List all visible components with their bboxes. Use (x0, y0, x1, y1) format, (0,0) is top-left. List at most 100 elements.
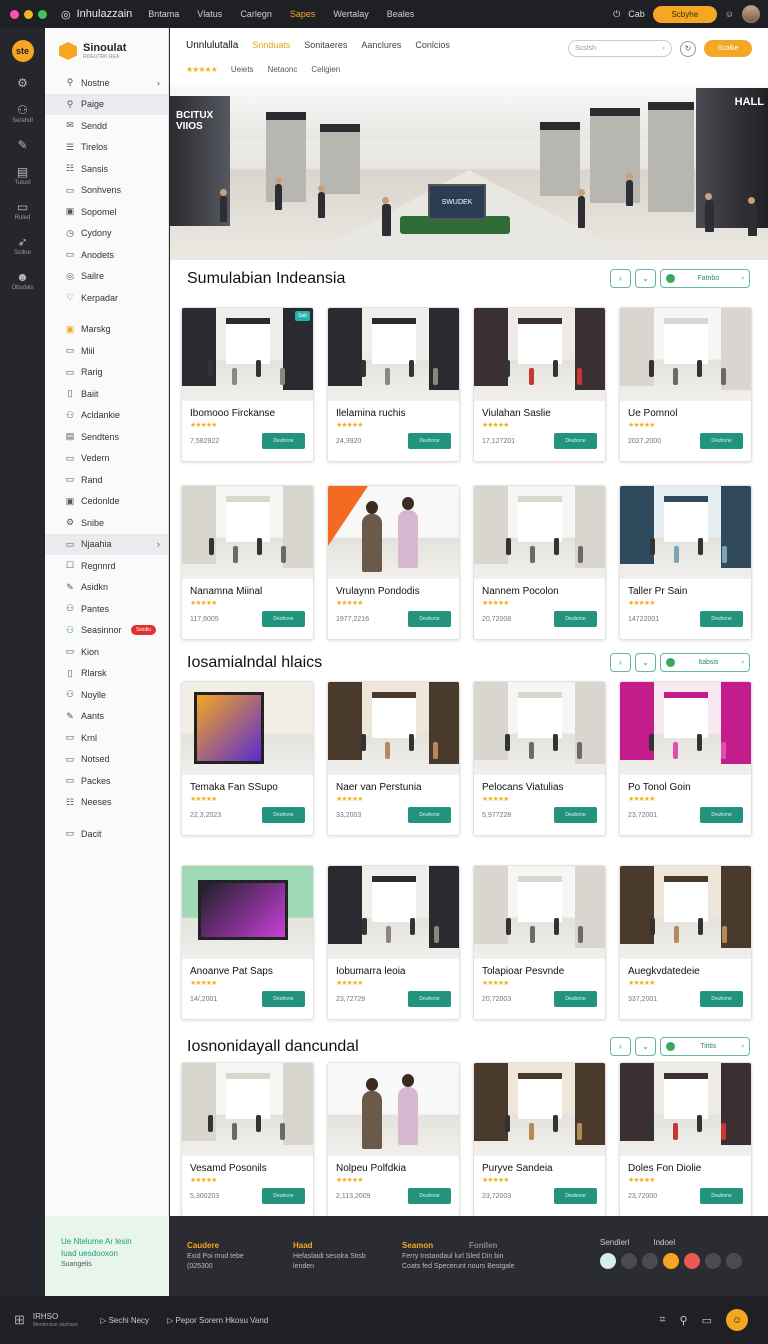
content-nav-item[interactable]: Conlcios (415, 40, 450, 51)
sidebar-item[interactable]: ▭ Vedern (45, 448, 168, 470)
product-card[interactable]: Auegkvdatedeie ★★★★★ 337,2001 Deuhone (619, 865, 752, 1020)
refresh-icon[interactable]: ↻ (680, 40, 696, 57)
card-image[interactable] (620, 1063, 751, 1156)
card-image[interactable] (328, 308, 459, 401)
social-icon[interactable] (642, 1253, 658, 1269)
product-card[interactable]: Puryve Sandeia ★★★★★ 23,72003 Deuhone (473, 1062, 606, 1216)
sidebar-brand[interactable]: Sinoulat ROEUTRK REA (45, 28, 168, 72)
sidebar-item[interactable]: ▭ Rarig (45, 362, 168, 384)
sidebar-item[interactable]: ▭ Dacit (45, 823, 168, 845)
content-nav-item[interactable]: Sonitaeres (304, 40, 347, 51)
card-image[interactable] (182, 486, 313, 579)
top-menu-item[interactable]: Beales (387, 9, 415, 19)
rail-item[interactable]: ⚇ Serahdl (12, 104, 33, 124)
card-image[interactable] (474, 308, 605, 401)
product-card[interactable]: Tolapioar Pesvnde ★★★★★ 20,72003 Deuhone (473, 865, 606, 1020)
card-button[interactable]: Deuhone (408, 1188, 451, 1204)
card-button[interactable]: Deuhone (700, 1188, 743, 1204)
chevron-left-button[interactable]: ‹ (610, 1037, 631, 1056)
card-image[interactable] (474, 866, 605, 959)
sidebar-item[interactable]: ▣ Sopomel (45, 201, 168, 223)
card-button[interactable]: Deuhone (408, 807, 451, 823)
rail-item[interactable]: ✎ (17, 139, 27, 151)
sidebar-item[interactable]: ▭ Notsed (45, 749, 168, 771)
social-icon[interactable] (621, 1253, 637, 1269)
sidebar-item[interactable]: ◎ Sailre (45, 266, 168, 288)
cta-button[interactable]: Scalke (704, 40, 752, 57)
sidebar-item[interactable]: ✎ Aants (45, 706, 168, 728)
top-menu-item[interactable]: Sapes (290, 9, 316, 19)
content-nav-item[interactable]: Snnduats (252, 40, 290, 51)
card-image[interactable] (182, 866, 313, 959)
card-image[interactable] (620, 866, 751, 959)
product-card[interactable]: Po Tonol Goin ★★★★★ 23,72001 Deuhone (619, 681, 752, 836)
sidebar-item[interactable]: ◷ Cydony (45, 223, 168, 245)
top-search[interactable]: Scbyhe (652, 5, 717, 23)
card-image[interactable] (620, 308, 751, 401)
product-card[interactable]: Nannem Pocolon ★★★★★ 20,72008 Deuhone (473, 485, 606, 640)
card-image[interactable] (620, 486, 751, 579)
sidebar-item[interactable]: ▭ Sonhvens (45, 180, 168, 202)
product-card[interactable]: Pelocans Viatulias ★★★★★ 5,977228 Deuhone (473, 681, 606, 836)
chat-icon[interactable]: ▭ (702, 1314, 712, 1327)
chevron-down-button[interactable]: ⌄ (635, 653, 656, 672)
rail-item[interactable]: ⚙ (17, 77, 28, 89)
rail-item[interactable]: ▤ Tutusl (14, 166, 30, 186)
sidebar-item[interactable]: ▭ Krnl (45, 727, 168, 749)
profile-icon[interactable]: ☺ (725, 9, 734, 19)
card-button[interactable]: Deuhone (408, 433, 451, 449)
sidebar-item[interactable]: ▤ Sendtens (45, 426, 168, 448)
content-subnav-item[interactable]: Celigien (311, 65, 340, 74)
sidebar-item[interactable]: ☰ Tirelos (45, 137, 168, 159)
sidebar-item[interactable]: ☷ Sansis (45, 158, 168, 180)
content-nav-item[interactable]: Unnlulutalla (186, 40, 238, 51)
card-image[interactable] (182, 682, 313, 775)
card-image[interactable]: Sab (182, 308, 313, 401)
chevron-left-button[interactable]: ‹ (610, 269, 631, 288)
card-button[interactable]: Deuhone (700, 807, 743, 823)
card-button[interactable]: Deuhone (408, 611, 451, 627)
card-image[interactable] (328, 1063, 459, 1156)
card-button[interactable]: Deuhone (700, 611, 743, 627)
sidebar-item[interactable]: ♡ Kerpadar (45, 287, 168, 309)
section-filter[interactable]: Tiittis › (660, 1037, 750, 1056)
hash-icon[interactable]: ⌗ (659, 1314, 665, 1327)
avatar[interactable] (742, 5, 760, 23)
sidebar-item[interactable]: ▯ Rlarsk (45, 663, 168, 685)
sidebar-item[interactable]: ▯ Baiit (45, 383, 168, 405)
power-icon[interactable]: ⏻ (613, 9, 620, 20)
content-subnav-item[interactable]: Ueiets (231, 65, 254, 74)
social-icon[interactable] (705, 1253, 721, 1269)
section-filter[interactable]: Fatnbo › (660, 269, 750, 288)
card-button[interactable]: Deuhone (554, 991, 597, 1007)
top-menu-item[interactable]: Carlegn (240, 9, 272, 19)
content-subnav-item[interactable]: ★★★★★ (186, 65, 218, 74)
rail-logo[interactable]: ste (11, 40, 34, 62)
card-button[interactable]: Deuhone (262, 1188, 305, 1204)
card-image[interactable] (474, 682, 605, 775)
content-subnav-item[interactable]: Netaonc (268, 65, 298, 74)
sidebar-item[interactable]: ▭ Anodets (45, 244, 168, 266)
card-button[interactable]: Deuhone (554, 611, 597, 627)
product-card[interactable]: Vrulaynn Pondodis ★★★★★ 1977,2216 Deuhone (327, 485, 460, 640)
card-button[interactable]: Deuhone (700, 433, 743, 449)
status-item[interactable]: ▷ Sechi Necy (100, 1316, 149, 1325)
card-button[interactable]: Deuhone (408, 991, 451, 1007)
status-item[interactable]: ▷ Pepor Sorern Hkosu Vand (167, 1316, 268, 1325)
content-nav-item[interactable]: Aanclures (361, 40, 401, 51)
card-image[interactable] (328, 486, 459, 579)
product-card[interactable]: Temaka Fan SSupo ★★★★★ 22,3,2023 Deuhone (181, 681, 314, 836)
chevron-down-button[interactable]: ⌄ (635, 269, 656, 288)
sidebar-item[interactable]: ⚲ Nostne › (45, 72, 168, 94)
card-button[interactable]: Deuhone (554, 807, 597, 823)
product-card[interactable]: Doles Fon Diolie ★★★★★ 23,72000 Deuhone (619, 1062, 752, 1216)
sidebar-item[interactable]: ⚇ Noylle (45, 684, 168, 706)
chevron-left-button[interactable]: ‹ (610, 653, 631, 672)
close-dot[interactable] (10, 9, 19, 19)
top-menu-item[interactable]: Bntama (148, 9, 179, 19)
assistant-icon[interactable]: ☺ (726, 1309, 748, 1331)
sidebar-item[interactable]: ☷ Neeses (45, 792, 168, 814)
sidebar-item[interactable]: ☐ Regnnrd (45, 555, 168, 577)
sidebar-item[interactable]: ⚇ Seasinnor Sioidiu (45, 620, 168, 642)
product-card[interactable]: Anoanve Pat Saps ★★★★★ 14/,2001 Deuhone (181, 865, 314, 1020)
